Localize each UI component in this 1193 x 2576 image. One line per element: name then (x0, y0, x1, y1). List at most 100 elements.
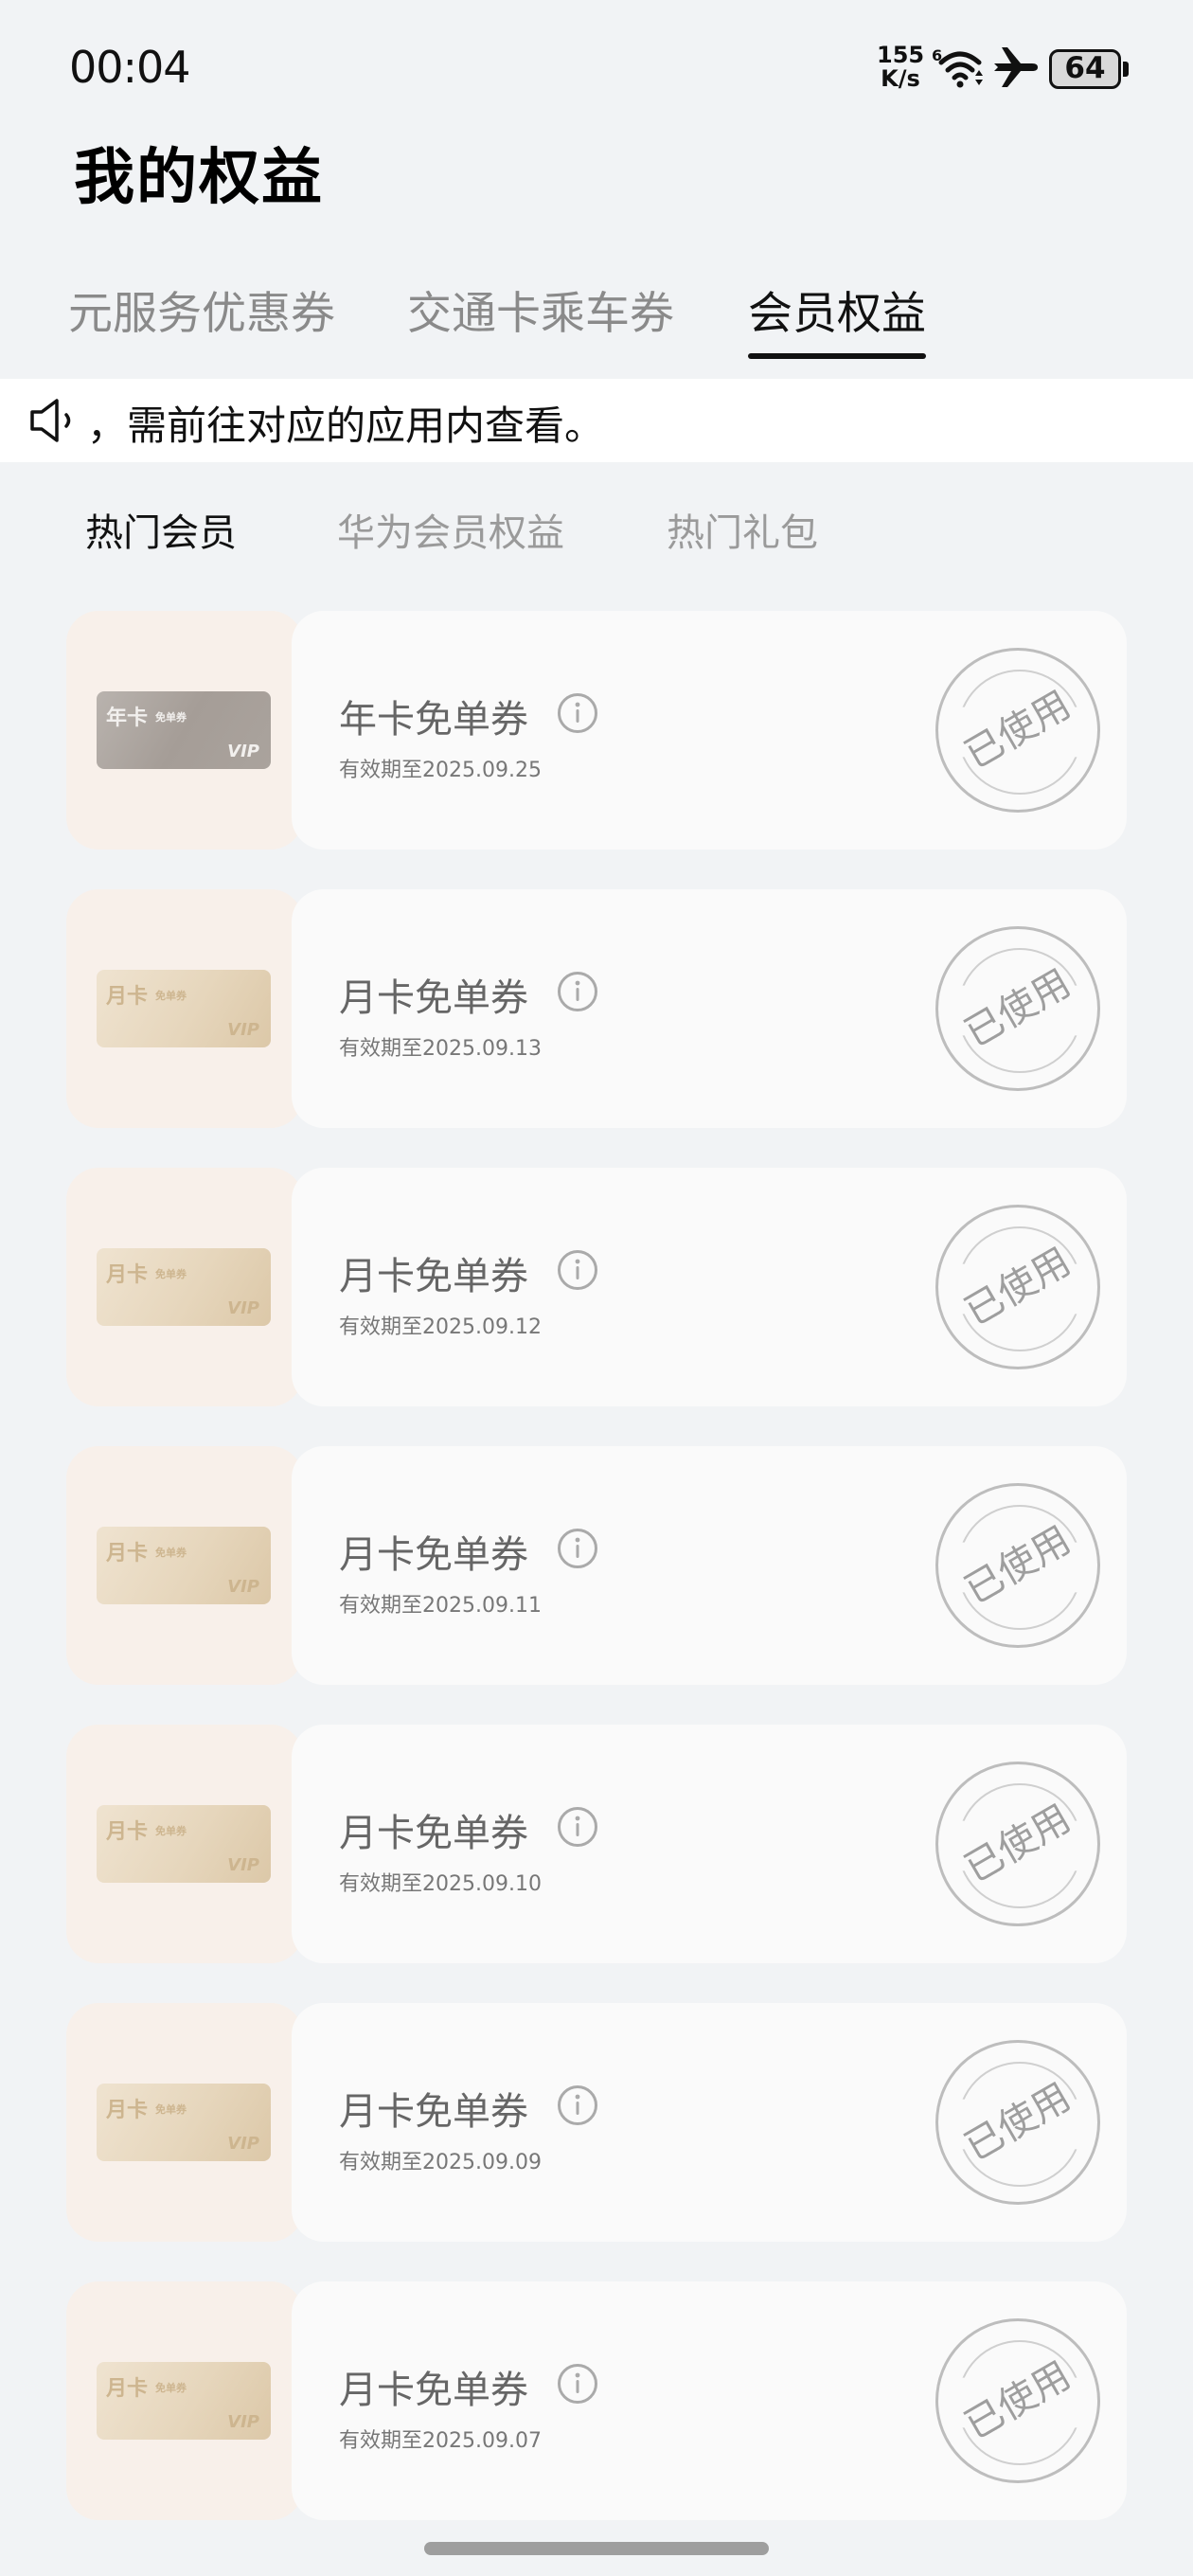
notice-bar: ，需前往对应的应用内查看。 (0, 379, 1193, 462)
battery-level: 64 (1064, 51, 1106, 85)
home-indicator[interactable] (424, 2542, 769, 2555)
info-icon[interactable] (557, 2363, 598, 2405)
info-icon[interactable] (557, 1249, 598, 1291)
used-stamp-text: 已使用 (957, 1240, 1078, 1334)
coupon-info-area: 年卡免单券 有效期至2025.09.25 已使用 (292, 611, 1127, 850)
coupon-expiry: 有效期至2025.09.07 (339, 2429, 542, 2453)
wifi-icon: 6 (932, 46, 983, 88)
coupon-thumbnail-area: 月卡 免单券 VIP (66, 1168, 303, 1406)
coupon-thumbnail-area: 月卡 免单券 VIP (66, 2281, 303, 2520)
network-speed-value: 155 (877, 42, 925, 68)
coupon-info-area: 月卡免单券 有效期至2025.09.09 已使用 (292, 2003, 1127, 2242)
coupon-name: 年卡免单券 (339, 698, 528, 742)
used-stamp-text: 已使用 (957, 1797, 1078, 1891)
voucher-card-image: 月卡 免单券 VIP (97, 1527, 271, 1604)
network-speed-unit: K/s (881, 65, 920, 92)
voucher-card-title: 月卡 (106, 1820, 149, 1844)
used-stamp: 已使用 (935, 648, 1100, 813)
coupon-expiry: 有效期至2025.09.13 (339, 1037, 542, 1061)
used-stamp: 已使用 (935, 2040, 1100, 2205)
coupon-thumbnail-area: 月卡 免单券 VIP (66, 1725, 303, 1963)
coupon-name: 月卡免单券 (339, 1812, 528, 1855)
coupon-card[interactable]: 月卡 免单券 VIP 月卡免单券 有效期至2025.09.12 已使用 (66, 1168, 1127, 1406)
coupon-info-area: 月卡免单券 有效期至2025.09.10 已使用 (292, 1725, 1127, 1963)
member-benefits-page: 00:04 155 K/s 6 64 我的权益 元服务优惠券 交通卡乘车券 会员… (0, 0, 1193, 2576)
voucher-card-subtitle: 免单券 (155, 711, 187, 724)
status-time: 00:04 (69, 42, 191, 93)
coupon-card[interactable]: 月卡 免单券 VIP 月卡免单券 有效期至2025.09.09 已使用 (66, 2003, 1127, 2242)
voucher-card-image: 月卡 免单券 VIP (97, 1805, 271, 1883)
coupon-thumbnail-area: 月卡 免单券 VIP (66, 2003, 303, 2242)
coupon-thumbnail-area: 月卡 免单券 VIP (66, 1446, 303, 1685)
used-stamp-text: 已使用 (957, 683, 1078, 778)
notice-text: ，需前往对应的应用内查看。 (87, 402, 605, 449)
battery-indicator: 64 (1049, 49, 1129, 89)
info-icon[interactable] (557, 2084, 598, 2126)
voucher-card-subtitle: 免单券 (155, 990, 187, 1002)
voucher-card-subtitle: 免单券 (155, 1547, 187, 1559)
voucher-card-image: 月卡 免单券 VIP (97, 2084, 271, 2161)
used-stamp: 已使用 (935, 926, 1100, 1091)
voucher-card-subtitle: 免单券 (155, 1268, 187, 1280)
airplane-mode-icon (994, 47, 1038, 87)
coupon-expiry: 有效期至2025.09.12 (339, 1315, 542, 1339)
voucher-card-title: 月卡 (106, 2377, 149, 2401)
coupon-thumbnail-area: 月卡 免单券 VIP (66, 889, 303, 1128)
coupon-name: 月卡免单券 (339, 976, 528, 1020)
coupon-info-area: 月卡免单券 有效期至2025.09.07 已使用 (292, 2281, 1127, 2520)
coupon-info-area: 月卡免单券 有效期至2025.09.12 已使用 (292, 1168, 1127, 1406)
status-bar: 00:04 155 K/s 6 64 (0, 0, 1193, 133)
voucher-card-vip: VIP (227, 2412, 259, 2432)
subtab-popular-members[interactable]: 热门会员 (85, 502, 237, 557)
used-stamp: 已使用 (935, 1205, 1100, 1369)
voucher-card-title: 月卡 (106, 1542, 149, 1565)
voucher-card-subtitle: 免单券 (155, 1825, 187, 1837)
voucher-card-subtitle: 免单券 (155, 2382, 187, 2394)
voucher-card-image: 月卡 免单券 VIP (97, 1248, 271, 1326)
coupon-card[interactable]: 年卡 免单券 VIP 年卡免单券 有效期至2025.09.25 已使用 (66, 611, 1127, 850)
battery-cap (1123, 62, 1129, 77)
used-stamp-text: 已使用 (957, 2353, 1078, 2448)
coupon-card[interactable]: 月卡 免单券 VIP 月卡免单券 有效期至2025.09.10 已使用 (66, 1725, 1127, 1963)
voucher-card-vip: VIP (227, 1577, 259, 1597)
coupon-card[interactable]: 月卡 免单券 VIP 月卡免单券 有效期至2025.09.07 已使用 (66, 2281, 1127, 2520)
coupon-name: 月卡免单券 (339, 1255, 528, 1298)
voucher-card-vip: VIP (227, 742, 259, 761)
subtab-huawei-member-benefits[interactable]: 华为会员权益 (337, 502, 564, 557)
coupon-expiry: 有效期至2025.09.09 (339, 2151, 542, 2174)
coupon-card[interactable]: 月卡 免单券 VIP 月卡免单券 有效期至2025.09.11 已使用 (66, 1446, 1127, 1685)
info-icon[interactable] (557, 692, 598, 734)
subtab-popular-gift-packs[interactable]: 热门礼包 (667, 502, 818, 557)
tab-transit-card-tickets[interactable]: 交通卡乘车券 (407, 277, 674, 342)
info-icon[interactable] (557, 971, 598, 1012)
voucher-card-image: 月卡 免单券 VIP (97, 970, 271, 1047)
coupon-info-area: 月卡免单券 有效期至2025.09.11 已使用 (292, 1446, 1127, 1685)
coupon-expiry: 有效期至2025.09.10 (339, 1872, 542, 1896)
used-stamp-text: 已使用 (957, 1518, 1078, 1613)
used-stamp: 已使用 (935, 2318, 1100, 2483)
info-icon[interactable] (557, 1528, 598, 1569)
tab-service-coupons[interactable]: 元服务优惠券 (68, 277, 335, 342)
coupon-expiry: 有效期至2025.09.25 (339, 759, 542, 782)
voucher-card-vip: VIP (227, 1855, 259, 1875)
coupon-expiry: 有效期至2025.09.11 (339, 1594, 542, 1618)
used-stamp-text: 已使用 (957, 2075, 1078, 2170)
voucher-card-title: 月卡 (106, 985, 149, 1009)
info-icon[interactable] (557, 1806, 598, 1848)
network-speed: 155 K/s (877, 44, 924, 91)
speaker-icon (30, 399, 71, 442)
coupon-card[interactable]: 月卡 免单券 VIP 月卡免单券 有效期至2025.09.13 已使用 (66, 889, 1127, 1128)
page-title: 我的权益 (74, 143, 324, 213)
used-stamp: 已使用 (935, 1483, 1100, 1648)
voucher-card-vip: VIP (227, 1020, 259, 1040)
coupon-name: 月卡免单券 (339, 2369, 528, 2412)
voucher-card-title: 年卡 (106, 707, 149, 730)
voucher-card-vip: VIP (227, 2134, 259, 2154)
voucher-card-subtitle: 免单券 (155, 2103, 187, 2116)
used-stamp: 已使用 (935, 1762, 1100, 1926)
coupon-name: 月卡免单券 (339, 1533, 528, 1577)
voucher-card-title: 月卡 (106, 1263, 149, 1287)
used-stamp-text: 已使用 (957, 961, 1078, 1056)
tab-member-benefits[interactable]: 会员权益 (748, 277, 926, 359)
coupon-info-area: 月卡免单券 有效期至2025.09.13 已使用 (292, 889, 1127, 1128)
